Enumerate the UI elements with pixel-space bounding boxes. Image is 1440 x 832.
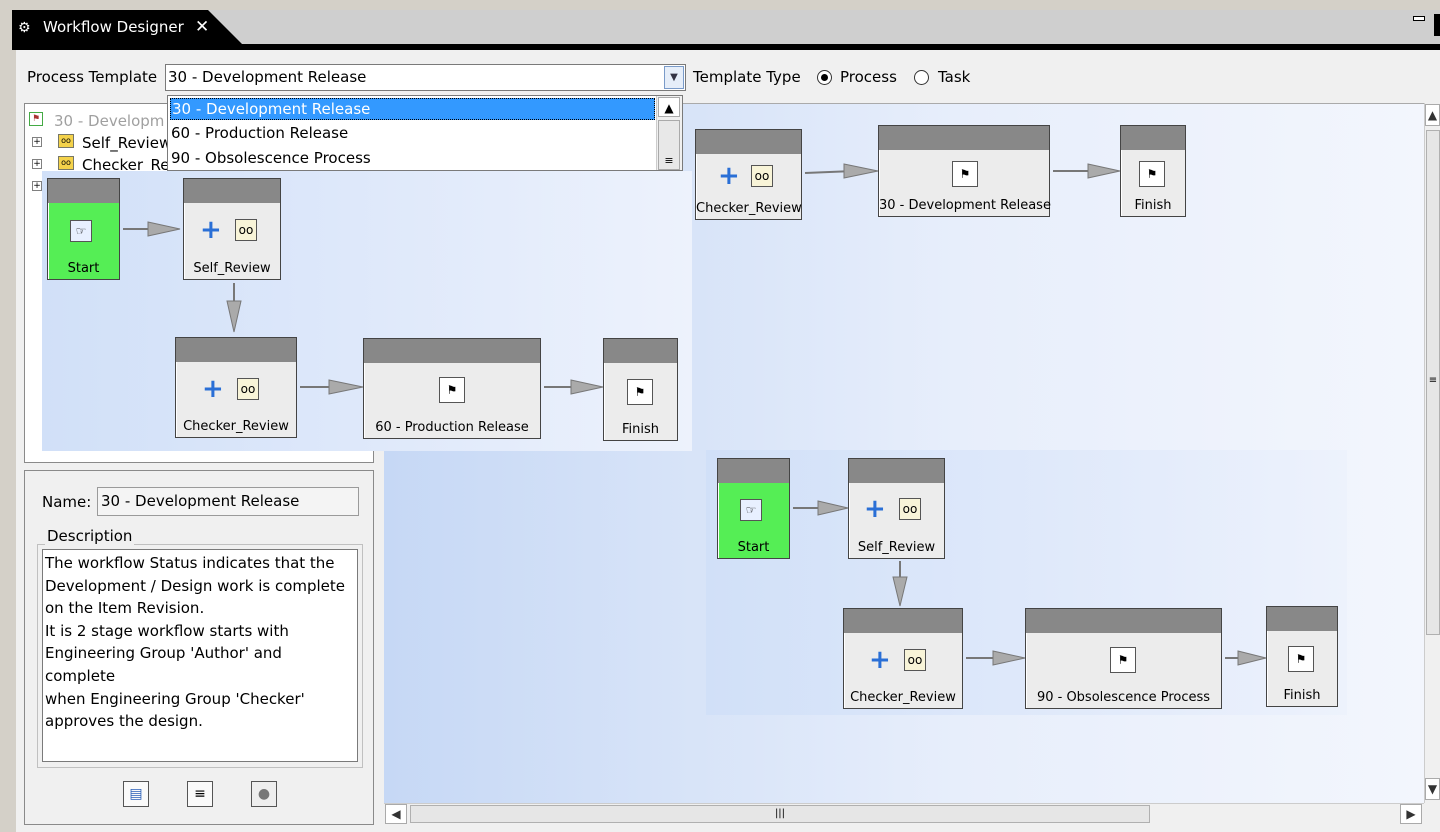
close-icon[interactable]: ✕ bbox=[195, 17, 209, 37]
finish-flags-icon: ⚑ bbox=[1139, 161, 1165, 187]
name-field[interactable]: 30 - Development Release bbox=[97, 487, 359, 516]
radio-process[interactable] bbox=[817, 70, 832, 85]
description-label: Description bbox=[45, 527, 135, 545]
name-label: Name: bbox=[42, 493, 92, 511]
process-template-dropdown: 30 - Development Release 60 - Production… bbox=[167, 95, 683, 171]
task-icon: oo bbox=[237, 378, 259, 400]
dropdown-option[interactable]: 90 - Obsolescence Process bbox=[170, 148, 655, 170]
radio-task[interactable] bbox=[914, 70, 929, 85]
arrow-connector bbox=[804, 163, 879, 179]
vertical-scroll-thumb[interactable]: ≡ bbox=[1426, 130, 1440, 635]
plus-icon: + bbox=[869, 645, 891, 675]
node-finish[interactable]: ⚑ Finish bbox=[603, 338, 678, 441]
node-label: Checker_Review bbox=[183, 419, 289, 434]
node-label: 30 - Development Release bbox=[879, 198, 1051, 213]
arrow-connector bbox=[966, 650, 1026, 666]
node-label: 60 - Production Release bbox=[375, 420, 529, 435]
radio-task-label[interactable]: Task bbox=[938, 68, 970, 86]
properties-icon[interactable]: ▤ bbox=[123, 781, 149, 807]
node-label: Finish bbox=[621, 422, 659, 437]
node-checker-review[interactable]: + oo Checker_Review bbox=[175, 337, 297, 438]
arrow-connector bbox=[544, 379, 604, 395]
finish-flags-icon: ⚑ bbox=[627, 379, 653, 405]
chevron-left-icon[interactable]: ◀ bbox=[385, 804, 407, 824]
chevron-up-icon[interactable]: ▲ bbox=[1425, 104, 1440, 126]
dropdown-scroll-thumb[interactable]: ≡ bbox=[658, 120, 680, 170]
node-label: Finish bbox=[1134, 198, 1172, 213]
arrow-connector bbox=[1225, 650, 1267, 666]
description-textarea[interactable]: The workflow Status indicates that the D… bbox=[42, 549, 358, 762]
process-icon: ⚑ bbox=[29, 112, 43, 126]
start-hand-icon: ☞ bbox=[740, 499, 762, 521]
arrow-connector bbox=[226, 283, 242, 333]
chevron-right-icon[interactable]: ▶ bbox=[1400, 804, 1422, 824]
plus-icon: + bbox=[718, 161, 740, 191]
arrow-connector bbox=[123, 221, 181, 237]
finish-flags-icon: ⚑ bbox=[1288, 646, 1314, 672]
arrow-connector bbox=[892, 561, 908, 607]
task-icon: oo bbox=[58, 134, 74, 148]
chevron-down-icon[interactable]: ▼ bbox=[664, 66, 684, 89]
expand-icon[interactable]: + bbox=[32, 181, 42, 191]
node-status-obsolescence[interactable]: ⚑ 90 - Obsolescence Process bbox=[1025, 608, 1222, 709]
task-icon: oo bbox=[899, 498, 921, 520]
horizontal-scroll-thumb[interactable]: ||| bbox=[410, 805, 1150, 823]
node-status-prod-release[interactable]: ⚑ 60 - Production Release bbox=[363, 338, 541, 439]
node-label: Start bbox=[67, 261, 100, 276]
workflow-designer-icon: ⚙ bbox=[18, 20, 31, 36]
node-start[interactable]: ☞ Start bbox=[47, 178, 120, 280]
list-sort-icon[interactable]: ≡ bbox=[187, 781, 213, 807]
arrow-connector bbox=[1053, 163, 1121, 179]
template-type-label: Template Type bbox=[693, 68, 801, 86]
node-label: Checker_Review bbox=[696, 201, 802, 216]
node-label: Self_Review bbox=[193, 261, 271, 276]
node-finish[interactable]: ⚑ Finish bbox=[1120, 125, 1186, 217]
flag-icon: ⚑ bbox=[439, 377, 465, 403]
plus-icon: + bbox=[200, 215, 222, 245]
flag-icon: ⚑ bbox=[1110, 647, 1136, 673]
arrow-connector bbox=[793, 500, 849, 516]
tree-root[interactable]: 30 - Developm bbox=[54, 112, 164, 130]
process-template-label: Process Template bbox=[27, 68, 158, 86]
node-checker-review[interactable]: + oo Checker_Review bbox=[695, 129, 802, 220]
task-icon: oo bbox=[58, 156, 74, 170]
node-label: Start bbox=[737, 540, 770, 555]
dropdown-option[interactable]: 30 - Development Release bbox=[170, 98, 655, 120]
maximize-button[interactable] bbox=[1434, 14, 1440, 36]
node-label: Finish bbox=[1283, 688, 1321, 703]
node-label: 90 - Obsolescence Process bbox=[1036, 690, 1211, 705]
tree-item-self-review[interactable]: Self_Review bbox=[82, 134, 171, 152]
node-label: Checker_Review bbox=[850, 690, 956, 705]
task-icon: oo bbox=[904, 649, 926, 671]
process-template-value[interactable]: 30 - Development Release bbox=[168, 68, 366, 86]
arrow-connector bbox=[300, 379, 364, 395]
task-icon: oo bbox=[751, 165, 773, 187]
expand-icon[interactable]: + bbox=[32, 137, 42, 147]
node-status-dev-release[interactable]: ⚑ 30 - Development Release bbox=[878, 125, 1051, 217]
node-self-review[interactable]: + oo Self_Review bbox=[183, 178, 281, 280]
minimize-button[interactable] bbox=[1413, 16, 1425, 21]
chevron-down-icon[interactable]: ▼ bbox=[1425, 778, 1440, 800]
flag-icon: ⚑ bbox=[952, 161, 978, 187]
start-hand-icon: ☞ bbox=[70, 220, 92, 242]
expand-icon[interactable]: + bbox=[32, 159, 42, 169]
node-label: Self_Review bbox=[857, 540, 936, 555]
node-self-review[interactable]: + oo Self_Review bbox=[848, 458, 945, 559]
node-finish[interactable]: ⚑ Finish bbox=[1266, 606, 1338, 707]
task-icon: oo bbox=[235, 219, 257, 241]
chevron-up-icon[interactable]: ▲ bbox=[658, 97, 680, 117]
plus-icon: + bbox=[202, 374, 224, 404]
node-start[interactable]: ☞ Start bbox=[717, 458, 790, 559]
plus-icon: + bbox=[864, 494, 886, 524]
node-checker-review[interactable]: + oo Checker_Review bbox=[843, 608, 963, 709]
tab-title: Workflow Designer bbox=[43, 18, 184, 36]
comment-icon[interactable]: ● bbox=[251, 781, 277, 807]
radio-process-label[interactable]: Process bbox=[840, 68, 897, 86]
dropdown-option[interactable]: 60 - Production Release bbox=[170, 123, 655, 145]
